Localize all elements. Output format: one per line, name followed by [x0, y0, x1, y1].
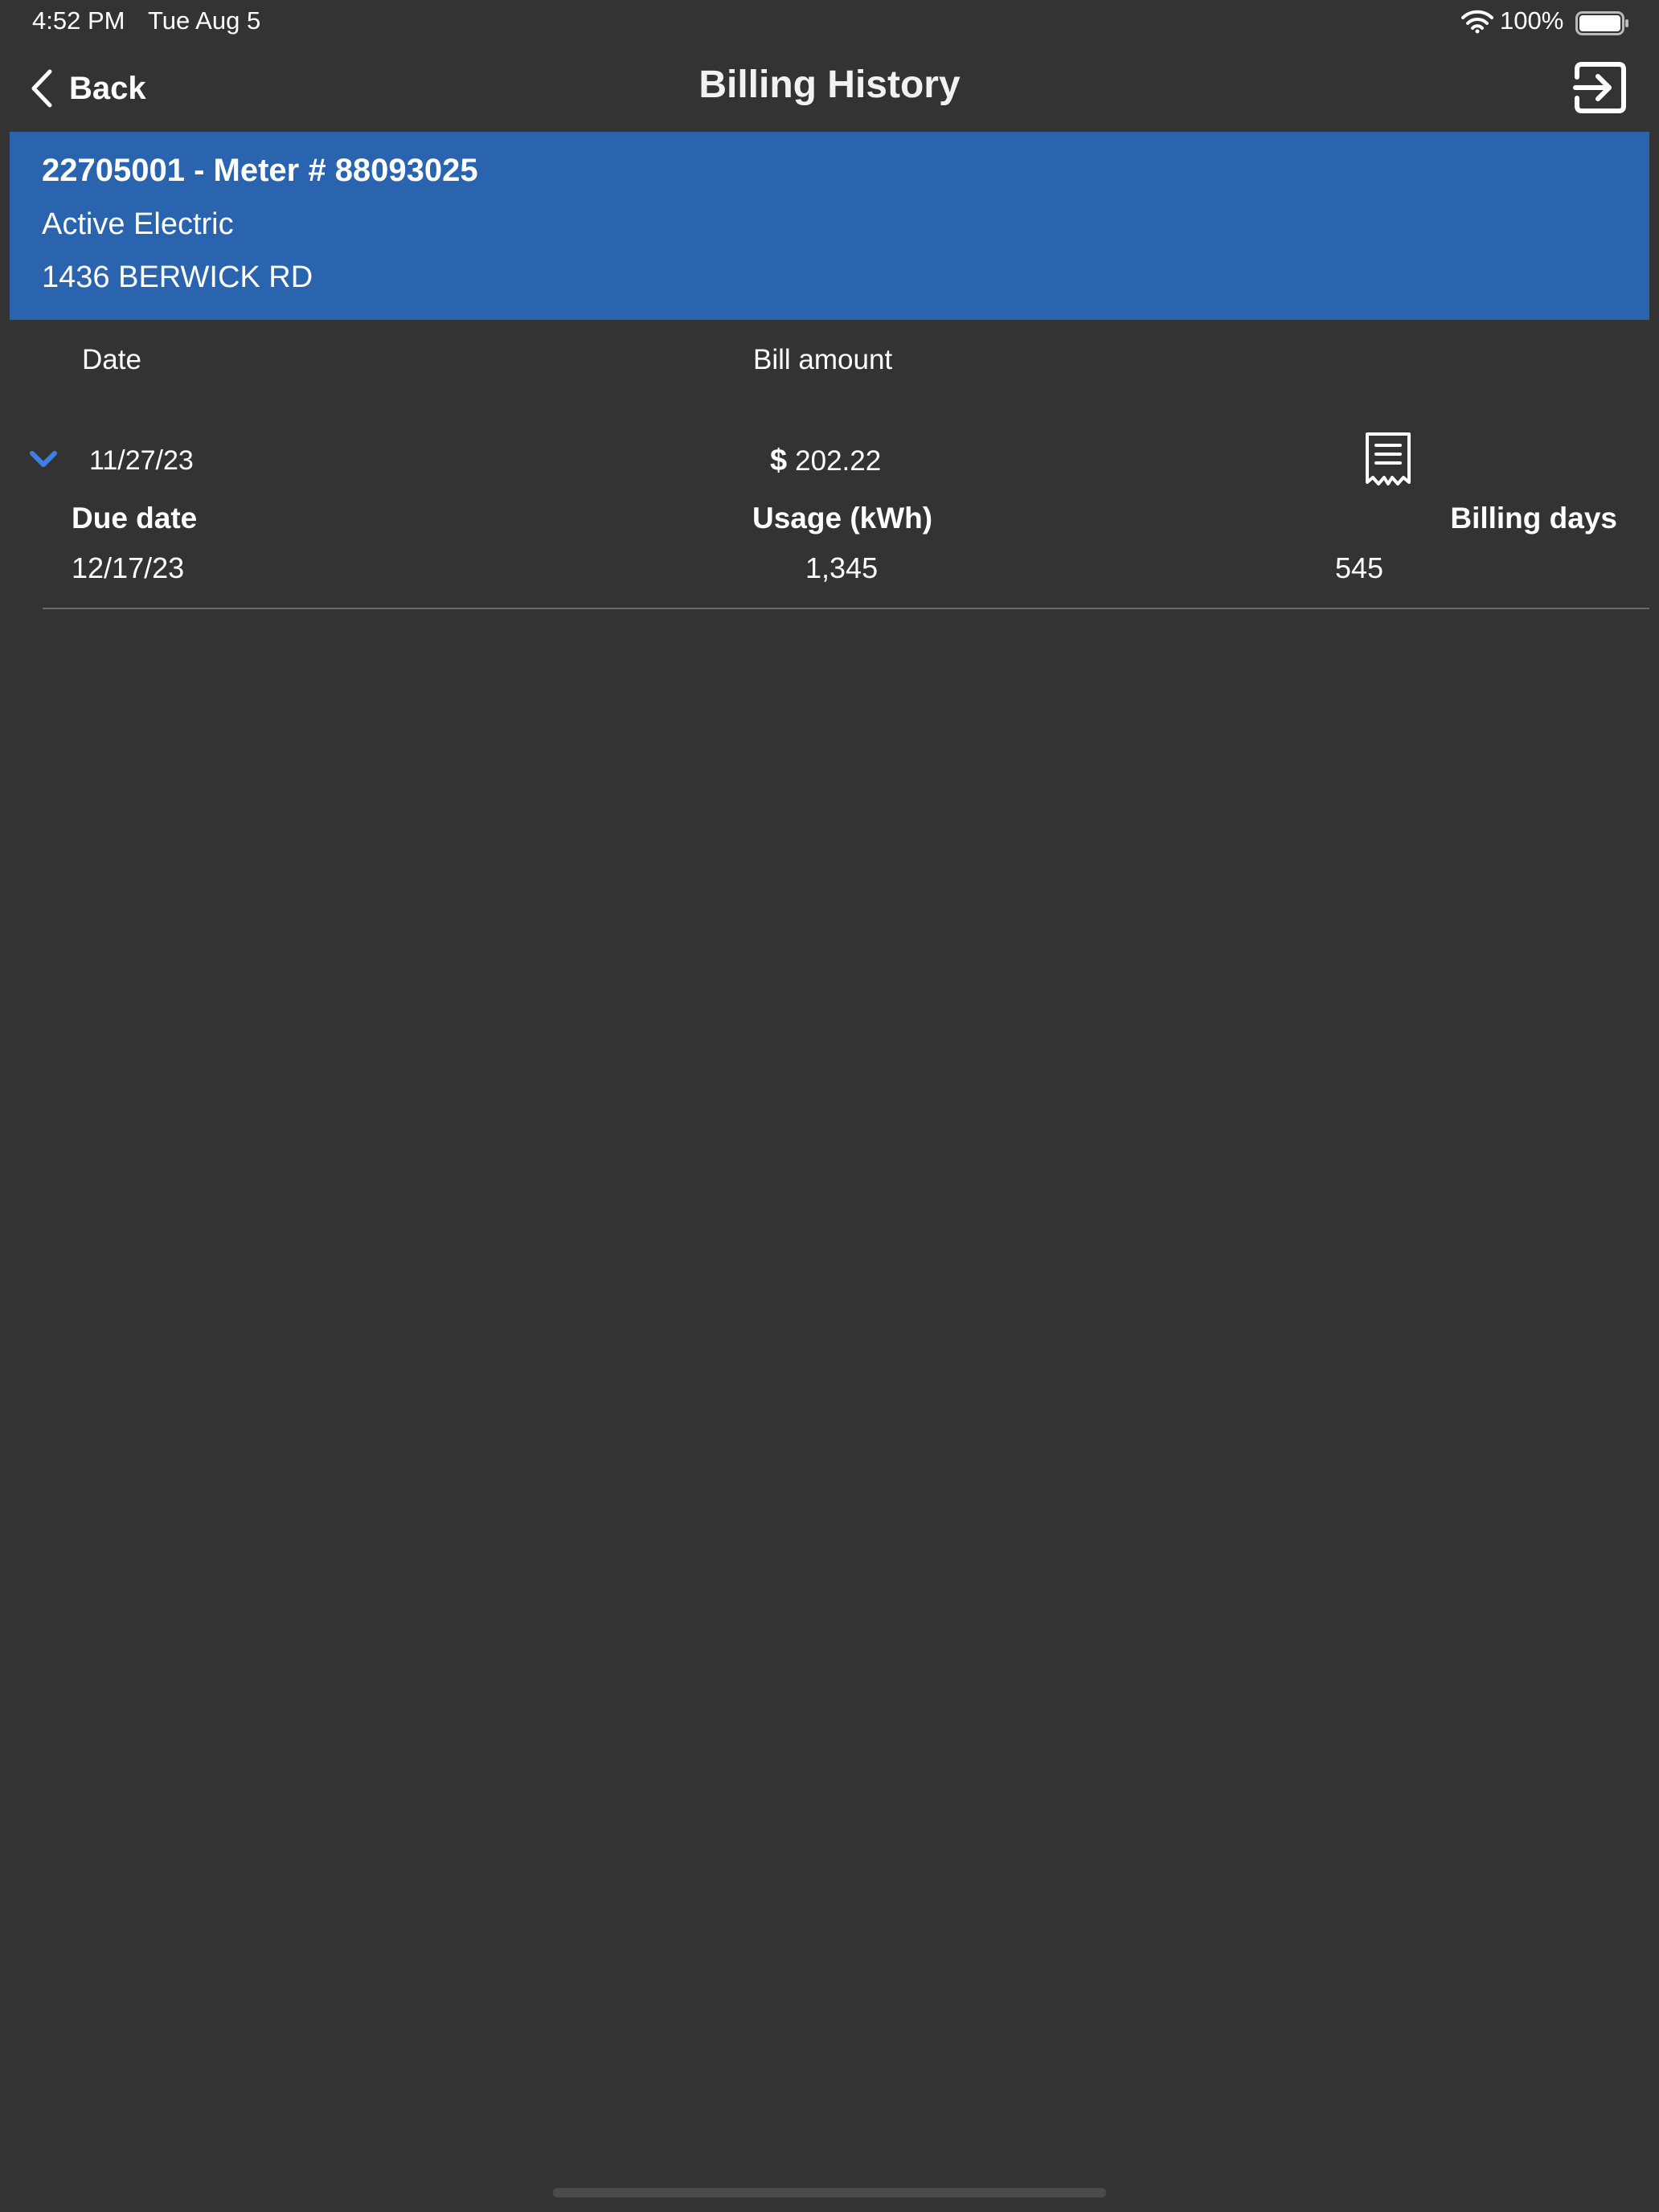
- status-date: Tue Aug 5: [148, 6, 261, 35]
- bill-amount-value: 202.22: [795, 445, 882, 477]
- account-banner: 22705001 - Meter # 88093025 Active Elect…: [10, 132, 1649, 320]
- account-address: 1436 BERWICK RD: [42, 260, 313, 294]
- bill-amount: $ 202.22: [770, 444, 881, 478]
- wifi-icon: [1461, 10, 1493, 34]
- usage-label: Usage (kWh): [752, 502, 933, 535]
- receipt-icon[interactable]: [1363, 431, 1413, 489]
- dollar-icon: $: [770, 444, 788, 477]
- account-status: Active Electric: [42, 207, 234, 241]
- logout-icon[interactable]: [1572, 61, 1628, 114]
- page-title: Billing History: [698, 63, 961, 106]
- usage-value: 1,345: [805, 551, 879, 584]
- billing-history-screen: 4:52 PM Tue Aug 5 100% Back Billing Hist…: [0, 0, 1659, 2212]
- bill-date: 11/27/23: [89, 445, 194, 476]
- billing-days-value: 545: [1335, 551, 1384, 584]
- column-header-bill-amount: Bill amount: [753, 344, 893, 375]
- battery-percent: 100%: [1500, 6, 1564, 35]
- due-date-label: Due date: [72, 502, 198, 535]
- column-header-date: Date: [82, 344, 141, 375]
- battery-icon: [1575, 11, 1628, 35]
- status-time: 4:52 PM: [32, 6, 125, 35]
- due-date-value: 12/17/23: [72, 551, 185, 584]
- chevron-down-icon[interactable]: [27, 445, 59, 473]
- home-indicator[interactable]: [553, 2188, 1106, 2198]
- row-divider: [43, 608, 1649, 609]
- account-meter-number: 22705001 - Meter # 88093025: [42, 153, 478, 188]
- billing-days-label: Billing days: [1450, 502, 1617, 535]
